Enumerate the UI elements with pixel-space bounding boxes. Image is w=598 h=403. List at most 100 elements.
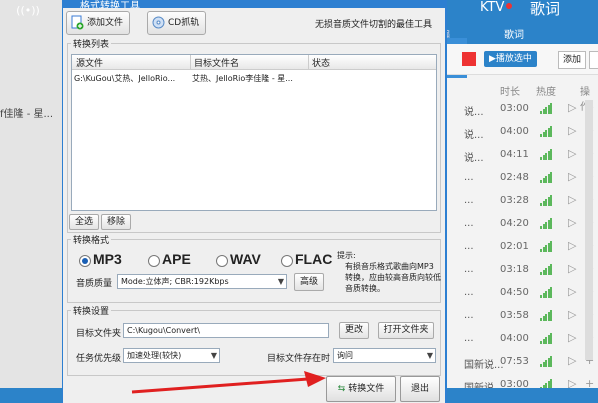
priority-select[interactable]: 加速处理(较快) ▼ xyxy=(123,348,220,363)
remove-button[interactable]: 移除 xyxy=(101,214,131,230)
list-header: 源文件 目标文件名 状态 xyxy=(72,55,436,70)
advanced-button[interactable]: 高级 xyxy=(294,273,324,291)
song-name: ... xyxy=(464,310,474,321)
chevron-down-icon[interactable]: ▼ xyxy=(278,275,284,288)
radio-dot[interactable] xyxy=(148,255,160,267)
signal-bars-icon xyxy=(540,356,552,367)
signal-bars-icon xyxy=(540,333,552,344)
convert-file-button[interactable]: ⇆ 转换文件 xyxy=(326,376,396,402)
song-duration: 03:18 xyxy=(500,264,529,275)
target-folder-field[interactable]: C:\Kugou\Convert\ xyxy=(123,323,329,338)
chevron-down-icon[interactable]: ▼ xyxy=(427,349,433,362)
quality-select[interactable]: Mode:立体声; CBR:192Kbps ▼ xyxy=(117,274,287,289)
quality-value: Mode:立体声; CBR:192Kbps xyxy=(121,277,229,286)
song-duration: 03:58 xyxy=(500,310,529,321)
table-row[interactable]: 国新说... 07:53 ▷ + xyxy=(440,351,598,375)
song-duration: 02:48 xyxy=(500,172,529,183)
exit-button[interactable]: 退出 xyxy=(400,376,440,402)
select-all-button[interactable]: 全选 xyxy=(69,214,99,230)
tab-lyrics[interactable]: 歌词 xyxy=(530,0,560,19)
table-row[interactable]: 说...04:11▷+ xyxy=(440,144,598,168)
red-arrow-annotation xyxy=(131,371,326,394)
format-label: APE xyxy=(162,251,191,267)
quality-label: 音质质量 xyxy=(76,279,113,289)
table-row[interactable]: ...03:18▷+ xyxy=(440,259,598,283)
play-icon[interactable]: ▷ xyxy=(568,262,576,275)
play-icon[interactable]: ▷ xyxy=(568,101,576,114)
format-label: MP3 xyxy=(93,251,122,267)
tab-lyrics-sub[interactable]: 歌词 xyxy=(504,26,524,41)
slogan-text: 无损音质文件切割的最佳工具 xyxy=(315,20,433,30)
song-duration: 04:20 xyxy=(500,218,529,229)
radio-dot[interactable] xyxy=(79,255,91,267)
table-row[interactable]: ...02:48▷+ xyxy=(440,167,598,191)
format-convert-dialog: 格式转换工具 添加文件 CD抓轨 无损音质文件切割的最佳工具 转换列表 源文件 … xyxy=(62,0,447,403)
col-divider[interactable] xyxy=(308,55,309,69)
chevron-down-icon[interactable]: ▼ xyxy=(211,349,217,362)
table-row[interactable]: ...03:58▷+ xyxy=(440,305,598,329)
play-icon[interactable]: ▷ xyxy=(568,170,576,183)
play-icon[interactable]: ▷ xyxy=(568,285,576,298)
radio-dot[interactable] xyxy=(216,255,228,267)
exists-select[interactable]: 询问 ▼ xyxy=(333,348,436,363)
col-time: 时长 xyxy=(500,87,520,98)
play-icon[interactable]: ▷ xyxy=(568,216,576,229)
col-divider[interactable] xyxy=(190,55,191,69)
table-row[interactable]: ...03:28▷+ xyxy=(440,190,598,214)
signal-bars-icon xyxy=(540,310,552,321)
table-row[interactable]: 说...03:00▷+ xyxy=(440,98,598,122)
exists-value: 询问 xyxy=(337,351,353,360)
play-icon[interactable]: ▷ xyxy=(568,331,576,344)
open-folder-button[interactable]: 打开文件夹 xyxy=(378,322,434,339)
song-name: ... xyxy=(464,241,474,252)
col-target: 目标文件名 xyxy=(194,59,240,69)
add-file-icon xyxy=(71,15,84,30)
list-item[interactable]: G:\KuGou\艾热、JelloRio... 艾热、JelloRio李佳隆 -… xyxy=(74,73,293,84)
table-row[interactable]: ...04:00▷+ xyxy=(440,328,598,352)
cd-rip-button[interactable]: CD抓轨 xyxy=(147,11,207,35)
left-song-label: f佳隆 - 星... xyxy=(0,109,54,120)
more-button[interactable] xyxy=(589,51,598,69)
conversion-list[interactable]: 源文件 目标文件名 状态 G:\KuGou\艾热、JelloRio... 艾热、… xyxy=(71,54,437,211)
add-file-label: 添加文件 xyxy=(87,18,124,28)
left-panel: ((•)) f佳隆 - 星... xyxy=(0,0,62,403)
play-icon[interactable]: ▷ xyxy=(568,354,576,367)
table-row[interactable]: ...04:20▷+ xyxy=(440,213,598,237)
notification-dot xyxy=(506,3,512,9)
table-row[interactable]: ...04:50▷+ xyxy=(440,282,598,306)
target-folder-label: 目标文件夹 xyxy=(76,329,122,339)
signal-bars-icon xyxy=(540,241,552,252)
song-name: ... xyxy=(464,287,474,298)
list-item-source: G:\KuGou\艾热、JelloRio... xyxy=(74,74,176,83)
broadcast-icon: ((•)) xyxy=(16,4,40,17)
add-file-button[interactable]: 添加文件 xyxy=(66,11,131,35)
play-icon[interactable]: ▷ xyxy=(568,147,576,160)
song-name: ... xyxy=(464,264,474,275)
playlist-toolbar: ▶播放选中 添加 xyxy=(440,44,598,75)
song-name: ... xyxy=(464,195,474,206)
signal-bars-icon xyxy=(540,149,552,160)
col-hot: 热度 xyxy=(536,87,556,98)
cd-rip-label: CD抓轨 xyxy=(168,18,200,28)
priority-value: 加速处理(较快) xyxy=(127,351,182,360)
scrollbar[interactable] xyxy=(585,100,593,360)
song-duration: 02:01 xyxy=(500,241,529,252)
play-icon[interactable]: ▷ xyxy=(568,308,576,321)
song-duration: 03:00 xyxy=(500,103,529,114)
table-row[interactable]: 说...04:00▷+ xyxy=(440,121,598,145)
playlist-header: 时长 热度 操作 xyxy=(440,76,598,113)
play-icon[interactable]: ▷ xyxy=(568,193,576,206)
signal-bars-icon xyxy=(540,126,552,137)
radio-dot[interactable] xyxy=(281,255,293,267)
add-button[interactable]: 添加 xyxy=(558,51,587,69)
change-folder-button[interactable]: 更改 xyxy=(339,322,369,339)
tab-ktv[interactable]: KTV xyxy=(480,0,504,15)
play-selected-button[interactable]: ▶播放选中 xyxy=(484,51,537,67)
play-icon[interactable]: ▷ xyxy=(568,239,576,252)
signal-bars-icon xyxy=(540,264,552,275)
table-row[interactable]: ...02:01▷+ xyxy=(440,236,598,260)
hint-text: 有损音乐格式歌曲向MP3转换，应由较高音质向较低音质转换。 xyxy=(345,262,441,293)
song-duration: 04:00 xyxy=(500,333,529,344)
convert-label: 转换文件 xyxy=(348,384,385,394)
play-icon[interactable]: ▷ xyxy=(568,124,576,137)
